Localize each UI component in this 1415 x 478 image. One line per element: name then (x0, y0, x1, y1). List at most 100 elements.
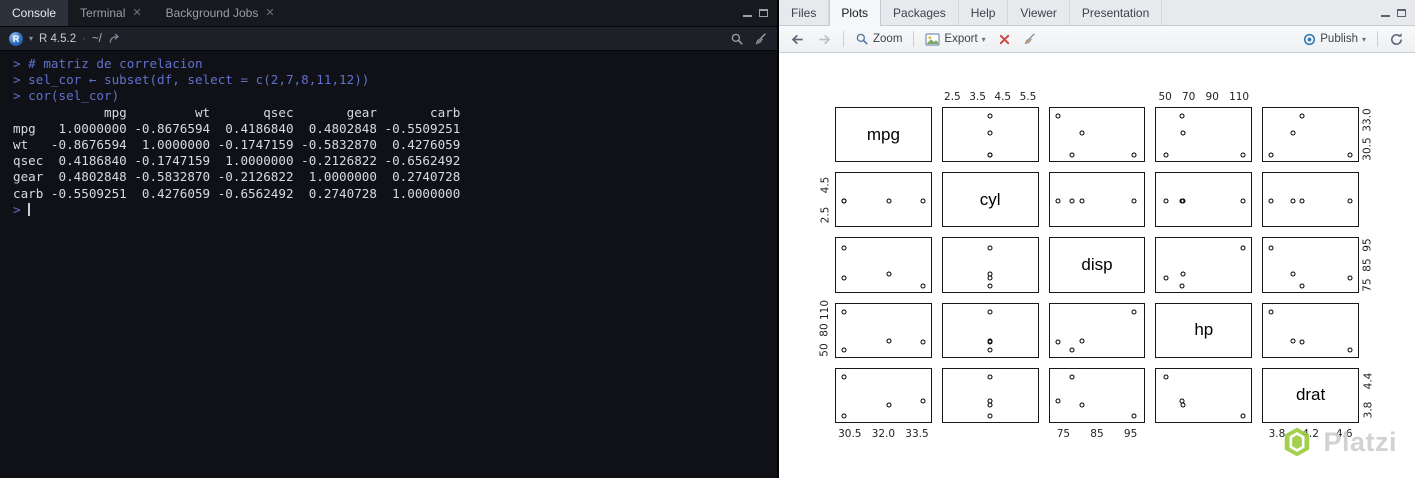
scatter-point (1179, 398, 1185, 404)
console-cursor (28, 202, 30, 216)
clear-console-broom-icon[interactable] (754, 32, 768, 46)
axis-tick-label: 85 (1090, 428, 1104, 440)
dropdown-caret-icon: ▾ (1361, 34, 1366, 44)
axis-tick-label: 2.5 (944, 91, 961, 103)
axis-tick-label: 30.5 (1362, 137, 1375, 162)
minimize-pane-icon[interactable] (1381, 9, 1390, 17)
scatter-point (1268, 309, 1274, 315)
axis-tick-label: 50 (1158, 91, 1172, 103)
pairs-scatter-cell (1048, 107, 1146, 163)
pairs-scatter-cell: 50 70 90 110 (1155, 91, 1253, 163)
axis-tick-label: 33.5 (905, 428, 929, 440)
maximize-pane-icon[interactable] (1397, 8, 1406, 17)
scatter-point (1131, 413, 1137, 419)
plot-display-area[interactable]: mpg 2.5 3.5 4.5 5.5 50 70 90 110 33.0 30.5 4.5 2.5 cy… (779, 53, 1415, 478)
tab-presentation[interactable]: Presentation (1070, 0, 1163, 25)
axis-tick-label: 4.5 (819, 176, 832, 194)
scatter-point (1079, 402, 1085, 408)
scatter-point (1179, 113, 1185, 119)
scatter-point (1299, 339, 1305, 345)
axis-tick-labels: 33.0 30.5 (1362, 105, 1374, 164)
search-console-icon[interactable] (730, 32, 744, 46)
minimize-pane-icon[interactable] (743, 9, 752, 17)
scatter-point (987, 130, 993, 136)
scatter-point (1069, 152, 1075, 158)
scatter-point (1299, 113, 1305, 119)
scatter-point (1347, 275, 1353, 281)
tab-viewer[interactable]: Viewer (1008, 0, 1070, 25)
close-icon[interactable]: ✕ (265, 7, 274, 19)
pairs-scatter-cell (941, 367, 1039, 423)
axis-tick-label: 95 (1123, 428, 1138, 440)
export-image-icon (925, 32, 941, 46)
variable-label: cyl (979, 189, 1001, 209)
zoom-button[interactable]: Zoom (850, 30, 907, 48)
console-pane-tabbar: Console Terminal ✕ Background Jobs ✕ (0, 0, 777, 27)
export-button[interactable]: Export ▾ (920, 31, 990, 48)
axis-tick-labels: 30.5 32.0 33.5 (833, 428, 934, 440)
scatter-point (1163, 374, 1169, 380)
plots-pane: Files Plots Packages Help Viewer Present… (779, 0, 1415, 478)
pairs-scatter-cell (1155, 172, 1253, 228)
open-in-window-icon[interactable] (108, 32, 121, 45)
tab-plots[interactable]: Plots (829, 0, 882, 26)
tab-files-label: Files (791, 5, 817, 20)
tab-background-jobs[interactable]: Background Jobs ✕ (154, 0, 287, 26)
pairs-scatter-cell (941, 302, 1039, 358)
axis-tick-labels: 4.4 3.8 (1362, 366, 1374, 425)
r-version-caret-icon[interactable]: ▾ (29, 34, 33, 43)
tab-packages[interactable]: Packages (881, 0, 959, 25)
scatter-point (1079, 338, 1085, 344)
scatter-point (1290, 338, 1296, 344)
tab-help[interactable]: Help (959, 0, 1009, 25)
axis-tick-labels: 4.5 2.5 (819, 170, 831, 229)
toolbar-separator (843, 31, 844, 47)
console-line: > cor(sel_cor) (13, 88, 120, 104)
scatter-point (841, 309, 847, 315)
publish-button[interactable]: Publish ▾ (1298, 31, 1371, 48)
axis-tick-label: 85 (1362, 258, 1374, 272)
arrow-left-icon (791, 34, 803, 44)
console-line: > # matriz de correlacion (13, 56, 203, 71)
pairs-scatter-cell (1048, 302, 1146, 358)
refresh-plot-button[interactable] (1384, 30, 1409, 49)
toolbar-separator (913, 31, 915, 47)
console-toolbar-right-icons (730, 32, 768, 46)
remove-plot-button[interactable] (993, 31, 1016, 48)
scatter-point (1240, 413, 1246, 419)
maximize-pane-icon[interactable] (759, 9, 768, 17)
tab-files[interactable]: Files (779, 0, 830, 25)
scatter-point (1055, 398, 1061, 404)
working-directory-label[interactable]: ~/ (92, 33, 102, 45)
pairs-diagonal-cell: disp (1048, 237, 1146, 293)
pairs-scatter-cell: 33.0 30.5 (1262, 107, 1374, 163)
scatter-point (841, 347, 847, 353)
rstudio-window: Console Terminal ✕ Background Jobs ✕ R ▾… (0, 0, 1415, 478)
console-line: qsec 0.4186840 -0.1747159 1.0000000 -0.2… (13, 153, 461, 169)
scatter-point (886, 271, 892, 277)
next-plot-button[interactable] (812, 30, 837, 49)
axis-tick-label: 90 (1205, 91, 1219, 103)
tab-terminal[interactable]: Terminal ✕ (68, 0, 154, 26)
scatter-point (1055, 339, 1061, 345)
export-label: Export (944, 33, 978, 45)
console-output[interactable]: > # matriz de correlacion > sel_cor ← sub… (0, 51, 777, 478)
scatter-point (1069, 347, 1075, 353)
previous-plot-button[interactable] (785, 30, 810, 49)
axis-tick-label: 3.5 (969, 91, 986, 103)
r-logo-icon[interactable]: R (9, 31, 23, 46)
remove-plot-x-icon (999, 34, 1009, 44)
scatter-point (1131, 152, 1137, 158)
pairs-scatter-cell: 95 85 75 (1262, 237, 1374, 293)
tab-console[interactable]: Console (0, 0, 69, 26)
clear-all-plots-button[interactable] (1018, 30, 1042, 48)
tab-plots-label: Plots (841, 6, 869, 20)
axis-tick-label: 3.8 (1362, 401, 1375, 419)
tab-presentation-label: Presentation (1081, 5, 1150, 20)
axis-tick-label: 110 (819, 300, 832, 321)
close-icon[interactable]: ✕ (132, 7, 141, 19)
pairs-diagonal-cell: drat 3.8 4.2 4.6 4.4 3.8 (1262, 367, 1374, 440)
scatter-point (920, 198, 926, 204)
console-line: wt -0.8676594 1.0000000 -0.1747159 -0.58… (13, 137, 461, 153)
pairs-diagonal-cell: mpg (835, 107, 932, 163)
